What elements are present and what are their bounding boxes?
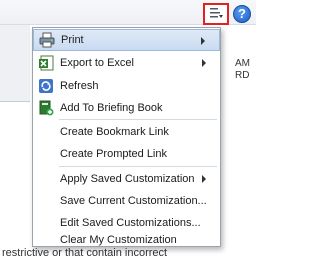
menu-item-label: Print <box>61 34 84 46</box>
refresh-icon <box>38 78 54 94</box>
menu-item-label: Create Prompted Link <box>60 148 167 160</box>
print-icon <box>39 32 55 48</box>
menu-item-refresh[interactable]: Refresh <box>33 75 220 97</box>
menu-item-create-prompted-link[interactable]: Create Prompted Link <box>33 143 220 165</box>
menu-item-label: Export to Excel <box>60 57 134 69</box>
page-options-button[interactable] <box>203 3 229 25</box>
menu-item-label: Create Bookmark Link <box>60 126 169 138</box>
background-text: restrictive or that contain incorrect <box>2 247 168 259</box>
submenu-arrow-icon <box>202 59 206 67</box>
submenu-arrow-icon <box>202 175 206 183</box>
menu-item-label: Save Current Customization... <box>60 195 207 207</box>
help-button[interactable]: ? <box>233 5 251 23</box>
menu-separator <box>59 119 217 120</box>
page-options-icon <box>208 6 224 23</box>
menu-item-save-current-customization[interactable]: Save Current Customization... <box>33 190 220 212</box>
menu-item-label: Refresh <box>60 80 99 92</box>
menu-item-label: Edit Saved Customizations... <box>60 217 201 229</box>
help-icon: ? <box>238 6 246 21</box>
menu-item-apply-saved-customization[interactable]: Apply Saved Customization <box>33 168 220 190</box>
menu-item-clear-my-customization[interactable]: Clear My Customization <box>33 234 220 246</box>
menu-item-label: Add To Briefing Book <box>60 102 163 114</box>
menu-separator <box>59 166 217 167</box>
menu-item-edit-saved-customizations[interactable]: Edit Saved Customizations... <box>33 212 220 234</box>
background-text: AM <box>235 58 250 69</box>
menu-item-add-to-briefing-book[interactable]: Add To Briefing Book <box>33 97 220 119</box>
left-panel <box>0 25 30 102</box>
briefing-book-icon <box>38 100 54 116</box>
background-text: RD <box>235 70 250 81</box>
menu-item-print[interactable]: Print <box>33 29 220 51</box>
excel-icon <box>38 55 54 71</box>
submenu-arrow-icon <box>201 37 205 45</box>
menu-item-create-bookmark-link[interactable]: Create Bookmark Link <box>33 121 220 143</box>
menu-item-label: Clear My Customization <box>60 234 177 246</box>
menu-item-label: Apply Saved Customization <box>60 173 195 185</box>
page-options-menu: Print Export to Excel Refresh Add To Bri… <box>32 27 221 247</box>
menu-item-export-to-excel[interactable]: Export to Excel <box>33 52 220 74</box>
